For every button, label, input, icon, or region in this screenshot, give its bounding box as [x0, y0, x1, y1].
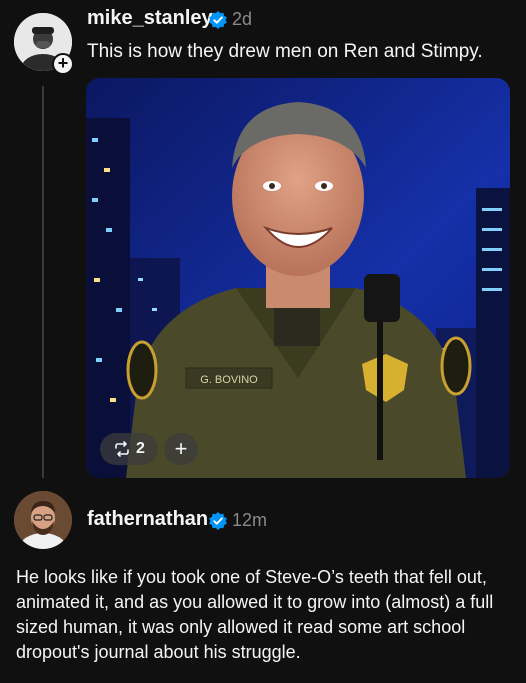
avatar-fathernathan[interactable]	[14, 491, 72, 549]
reply-timestamp: 12m	[232, 510, 268, 530]
name-tag-text: G. BOVINO	[200, 374, 258, 386]
avatar-illustration	[14, 491, 72, 549]
post-image[interactable]: G. BOVINO	[86, 78, 510, 478]
post-username[interactable]: mike_stanley	[87, 7, 213, 30]
add-button[interactable]: +	[164, 433, 198, 465]
thread-line	[42, 86, 44, 478]
reply-username[interactable]: fathernathan	[87, 508, 208, 531]
post-timestamp: 2d	[232, 9, 253, 29]
post-text: This is how they drew men on Ren and Sti…	[87, 41, 483, 62]
verified-badge-icon	[209, 512, 227, 530]
verified-badge-icon	[209, 11, 227, 29]
follow-plus-icon[interactable]: +	[52, 53, 74, 75]
post-photo-illustration: G. BOVINO	[86, 78, 510, 478]
reply-text: He looks like if you took one of Steve-O…	[16, 567, 494, 662]
repost-icon	[115, 441, 129, 457]
repost-button[interactable]: 2	[100, 433, 158, 465]
repost-count: 2	[136, 440, 145, 457]
